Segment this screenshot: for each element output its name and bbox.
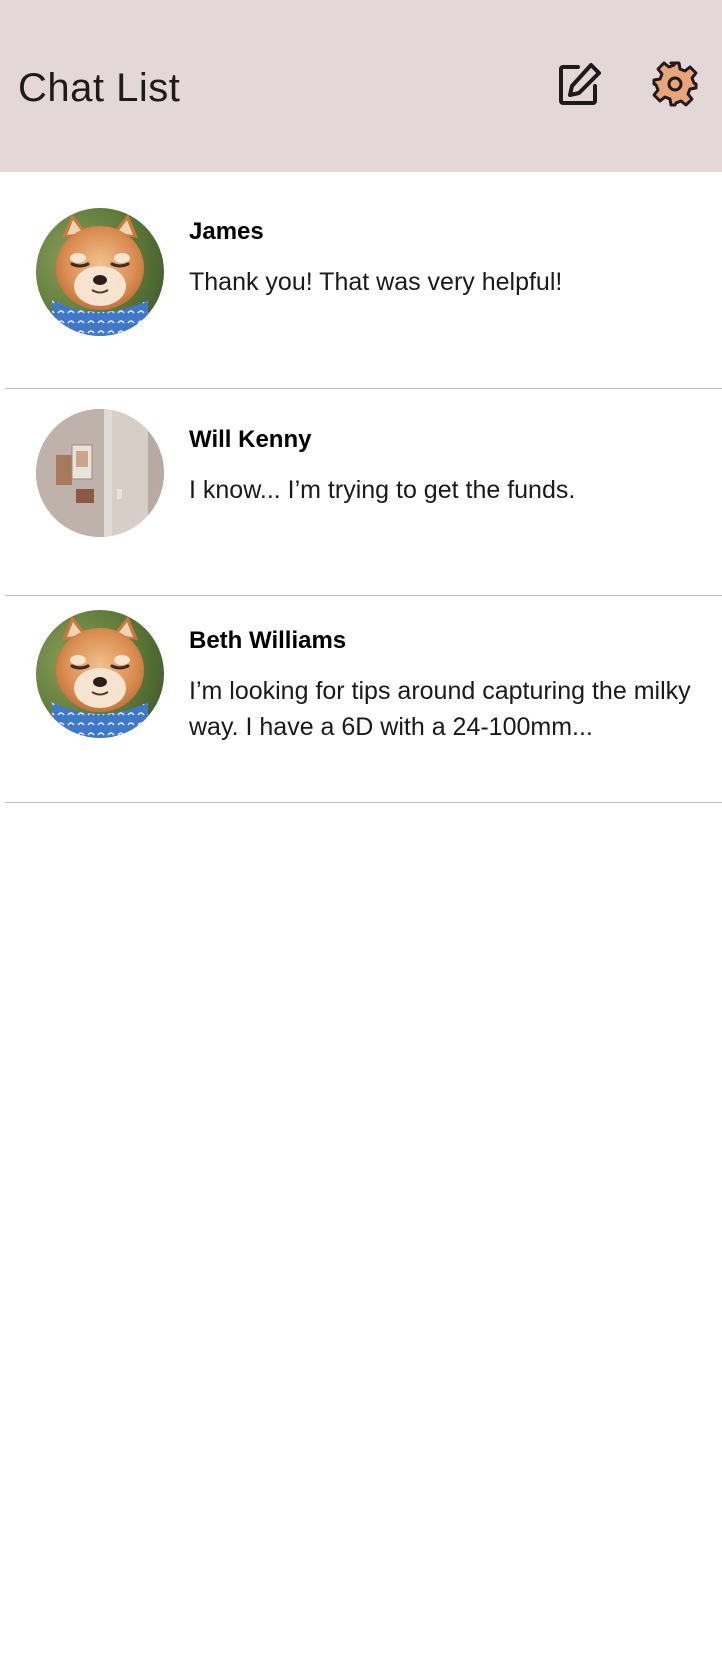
chat-message-preview: Thank you! That was very helpful!: [189, 268, 563, 296]
shiba-dog-avatar: [36, 208, 164, 336]
page-title: Chat List: [18, 66, 181, 110]
chat-message-preview: I know... I’m trying to get the funds.: [189, 476, 576, 504]
chat-item-will-kenny[interactable]: Will Kenny I know... I’m trying to get t…: [0, 389, 722, 596]
divider: [5, 802, 722, 803]
chat-list-screen: Chat List James Thank you! That was very…: [0, 0, 722, 1680]
avatar: [36, 208, 164, 336]
chat-item-beth-williams[interactable]: Beth Williams I’m looking for tips aroun…: [0, 596, 722, 803]
gear-icon: [652, 61, 698, 107]
chat-item-james[interactable]: James Thank you! That was very helpful!: [0, 172, 722, 389]
door-wall-avatar: [36, 409, 164, 537]
avatar: [36, 409, 164, 537]
chat-text: James Thank you! That was very helpful!: [189, 217, 692, 300]
app-bar: Chat List: [0, 0, 722, 172]
chat-text: Will Kenny I know... I’m trying to get t…: [189, 425, 692, 508]
chat-message-preview: I’m looking for tips around capturing th…: [189, 677, 691, 741]
chat-name: Beth Williams: [189, 627, 347, 654]
chat-list: James Thank you! That was very helpful!: [0, 172, 722, 803]
settings-button[interactable]: [643, 52, 707, 116]
chat-name: Will Kenny: [189, 426, 312, 453]
chat-text: Beth Williams I’m looking for tips aroun…: [189, 626, 692, 745]
chat-name: James: [189, 218, 264, 245]
avatar: [36, 610, 164, 738]
shiba-dog-avatar: [36, 610, 164, 738]
compose-icon: [559, 63, 601, 105]
compose-button[interactable]: [548, 52, 612, 116]
